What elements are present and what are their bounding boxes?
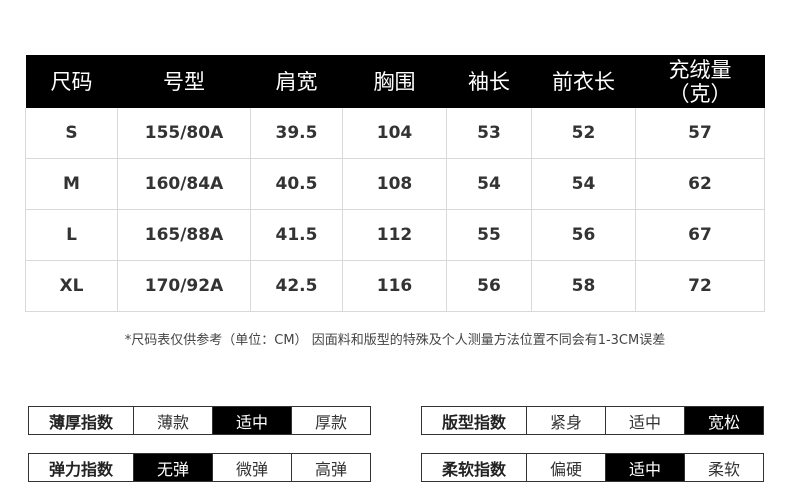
scale-label: 版型指数 [422, 407, 527, 434]
table-cell: 155/80A [117, 108, 251, 159]
thickness-index-scale: 薄厚指数 薄款 适中 厚款 [28, 406, 371, 435]
scale-option: 无弹 [134, 454, 213, 481]
table-row: XL 170/92A 42.5 116 56 58 72 [25, 260, 765, 312]
table-cell: 42.5 [250, 260, 343, 312]
scale-label: 柔软指数 [422, 454, 527, 481]
header-model: 号型 [117, 55, 251, 108]
size-note: *尺码表仅供参考（单位：CM） 因面料和版型的特殊及个人测量方法位置不同会有1-… [124, 333, 666, 348]
table-cell: L [25, 209, 118, 261]
table-cell: XL [25, 260, 118, 312]
cut-index-scale: 版型指数 紧身 适中 宽松 [421, 406, 764, 435]
table-cell: 52 [531, 108, 636, 159]
scale-option: 宽松 [685, 407, 763, 434]
table-cell: 67 [635, 209, 765, 261]
table-cell: S [25, 108, 118, 159]
table-cell: 72 [635, 260, 765, 312]
elasticity-index-scale: 弹力指数 无弹 微弹 高弹 [28, 453, 371, 482]
table-cell: 116 [342, 260, 447, 312]
table-cell: 170/92A [117, 260, 251, 312]
table-cell: 56 [531, 209, 636, 261]
scale-option: 适中 [606, 454, 685, 481]
table-cell: 54 [531, 158, 636, 210]
table-row: S 155/80A 39.5 104 53 52 57 [25, 108, 765, 159]
table-cell: 165/88A [117, 209, 251, 261]
header-front-length: 前衣长 [531, 55, 636, 108]
table-cell: 53 [446, 108, 532, 159]
scale-option: 微弹 [213, 454, 292, 481]
scale-option: 偏硬 [527, 454, 606, 481]
table-cell: 54 [446, 158, 532, 210]
scale-option: 适中 [213, 407, 292, 434]
scale-option: 柔软 [707, 459, 740, 479]
size-chart-table: 尺码 号型 肩宽 胸围 袖长 前衣长 充绒量 （克） S 155/80A 39.… [25, 55, 765, 312]
header-sleeve: 袖长 [446, 55, 532, 108]
table-cell: 55 [446, 209, 532, 261]
scale-option: 厚款 [314, 412, 347, 432]
scale-option: 适中 [606, 407, 685, 434]
table-cell: M [25, 158, 118, 210]
header-shoulder: 肩宽 [250, 55, 343, 108]
scale-label: 弹力指数 [29, 454, 134, 481]
table-cell: 56 [446, 260, 532, 312]
header-down-fill: 充绒量 （克） [635, 55, 765, 108]
softness-index-scale: 柔软指数 偏硬 适中 柔软 [421, 453, 764, 482]
table-row: L 165/88A 41.5 112 55 56 67 [25, 209, 765, 261]
scale-option: 紧身 [527, 407, 606, 434]
table-cell: 160/84A [117, 158, 251, 210]
table-cell: 39.5 [250, 108, 343, 159]
table-row: M 160/84A 40.5 108 54 54 62 [25, 158, 765, 210]
table-cell: 41.5 [250, 209, 343, 261]
table-cell: 58 [531, 260, 636, 312]
scale-option: 薄款 [134, 407, 213, 434]
header-chest: 胸围 [342, 55, 447, 108]
table-header-row: 尺码 号型 肩宽 胸围 袖长 前衣长 充绒量 （克） [25, 55, 765, 108]
table-cell: 108 [342, 158, 447, 210]
scale-label: 薄厚指数 [29, 407, 134, 434]
table-cell: 104 [342, 108, 447, 159]
header-size: 尺码 [25, 55, 118, 108]
table-cell: 57 [635, 108, 765, 159]
table-cell: 62 [635, 158, 765, 210]
table-cell: 112 [342, 209, 447, 261]
table-cell: 40.5 [250, 158, 343, 210]
scale-option: 高弹 [314, 459, 347, 479]
